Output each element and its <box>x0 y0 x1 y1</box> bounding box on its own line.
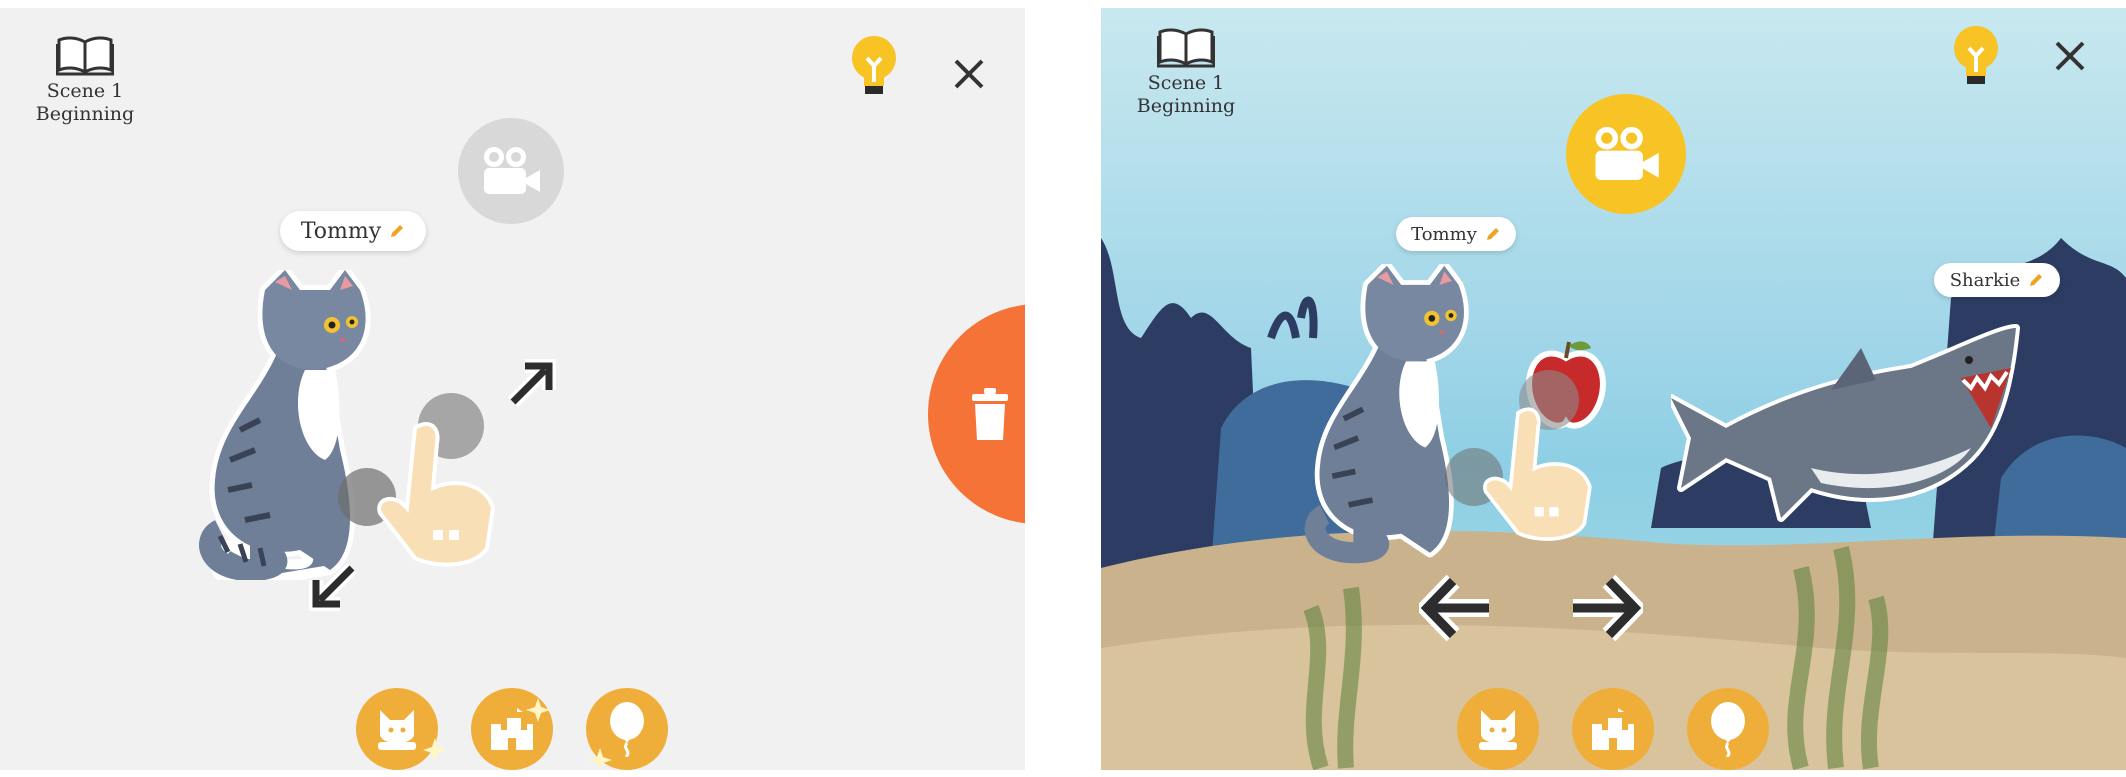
scene-selector-button[interactable]: Scene 1 Beginning <box>30 34 140 126</box>
record-button[interactable] <box>1566 94 1686 214</box>
scene-label-line2: Beginning <box>35 103 135 125</box>
close-icon[interactable] <box>2054 40 2086 72</box>
sparkle-icon <box>588 748 612 770</box>
character-name-tag[interactable]: Tommy <box>1396 217 1516 251</box>
book-icon <box>56 36 114 76</box>
arrow-left-icon <box>1419 574 1489 642</box>
video-camera-icon <box>484 147 540 194</box>
character-icon <box>1479 710 1517 750</box>
editor-panel-right: Scene 1 Beginning Tommy Sharkie <box>1101 8 2126 770</box>
delete-button[interactable] <box>928 304 1025 524</box>
character-name: Tommy <box>1411 223 1477 245</box>
video-camera-icon <box>1595 126 1659 180</box>
shark-name-tag[interactable]: Sharkie <box>1934 263 2060 297</box>
scene-label-line2: Beginning <box>1136 95 1236 117</box>
lightbulb-icon[interactable] <box>1952 26 2000 88</box>
pencil-icon <box>391 225 404 237</box>
lightbulb-icon[interactable] <box>850 36 898 98</box>
character-icon <box>378 710 416 750</box>
balloon-icon <box>1711 702 1745 757</box>
close-icon[interactable] <box>953 58 985 90</box>
scene-selector-button[interactable]: Scene 1 Beginning <box>1131 26 1241 118</box>
arrow-down-left-icon <box>309 563 357 611</box>
editor-panel-left: Scene 1 Beginning Tommy <box>0 8 1025 770</box>
sparkle-icon <box>423 738 447 762</box>
scenery-button[interactable] <box>1572 688 1654 770</box>
sparkle-icon <box>526 698 550 722</box>
scene-label-line1: Scene 1 <box>1147 72 1225 94</box>
record-button[interactable] <box>458 118 564 224</box>
shark-character[interactable] <box>1671 308 2021 538</box>
arrow-right-icon <box>1573 574 1643 642</box>
props-button[interactable] <box>1687 688 1769 770</box>
pencil-icon <box>2030 274 2043 286</box>
character-name-tag[interactable]: Tommy <box>280 211 426 251</box>
trash-icon <box>972 388 1008 440</box>
finger-hand-icon <box>1483 407 1592 541</box>
finger-hand-icon <box>377 422 496 567</box>
character-name: Tommy <box>300 218 382 244</box>
castle-icon <box>1592 708 1634 750</box>
arrow-up-right-icon <box>508 359 556 407</box>
shark-name: Sharkie <box>1949 269 2021 291</box>
book-icon <box>1157 28 1215 68</box>
pencil-icon <box>1486 228 1499 240</box>
scene-label-line1: Scene 1 <box>46 80 124 102</box>
characters-button[interactable] <box>1457 688 1539 770</box>
